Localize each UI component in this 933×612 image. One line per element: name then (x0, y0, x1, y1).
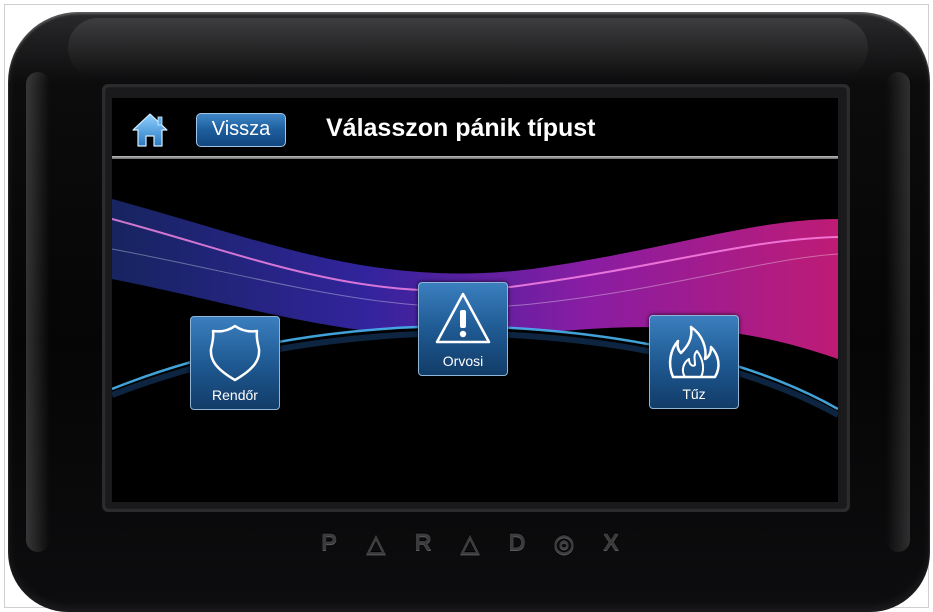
panic-fire-button[interactable]: Tűz (649, 315, 739, 409)
tile-label: Orvosi (442, 353, 484, 369)
bezel-left-highlight (26, 72, 50, 552)
back-button[interactable]: Vissza (196, 113, 286, 147)
warning-icon (435, 292, 491, 344)
brand-letter: P (320, 529, 339, 556)
flame-icon (668, 325, 720, 379)
panic-police-button[interactable]: Rendőr (190, 316, 280, 410)
bezel-right-highlight (886, 72, 910, 552)
brand-letter: R (414, 529, 434, 556)
tile-label: Tűz (682, 386, 706, 402)
brand-letter: △ (366, 529, 388, 557)
panic-medical-button[interactable]: Orvosi (418, 282, 508, 376)
brand-letter: X (602, 529, 621, 556)
tile-label: Rendőr (212, 387, 258, 403)
brand-letter: △ (460, 529, 482, 557)
device-gloss (68, 18, 868, 78)
brand-letter: ◎ (553, 529, 577, 557)
home-icon[interactable] (130, 110, 170, 150)
page-title: Válasszon pánik típust (326, 114, 596, 142)
header-bar: Vissza Válasszon pánik típust (112, 98, 838, 156)
paradox-logo: P △ R △ D ◎ X (316, 528, 626, 558)
brand-letter: D (508, 529, 528, 556)
shield-icon (209, 324, 261, 382)
touch-screen: Vissza Válasszon pánik típust Rendőr Orv… (112, 98, 838, 502)
